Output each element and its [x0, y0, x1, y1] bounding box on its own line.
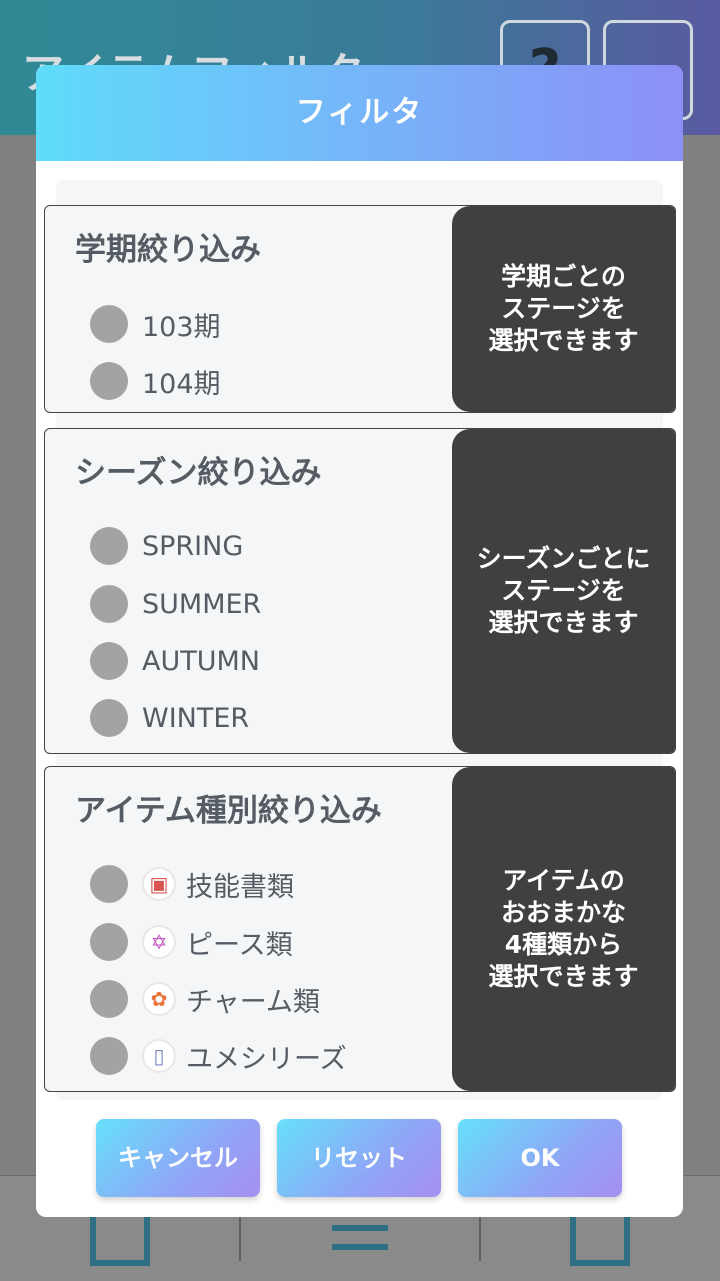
option-103[interactable]: 103期: [90, 304, 221, 344]
option-label: SPRING: [142, 530, 244, 562]
radio-button[interactable]: [90, 865, 128, 903]
option-label: 104期: [142, 368, 221, 400]
callout-text: シーズンごとに ステージを 選択できます: [476, 544, 651, 637]
option-label: SUMMER: [142, 588, 262, 620]
option-autumn[interactable]: AUTUMN: [90, 641, 260, 681]
option-label: 技能書類: [186, 871, 294, 903]
radio-button[interactable]: [90, 362, 128, 400]
option-label: AUTUMN: [142, 645, 260, 677]
section-title: 学期絞り込み: [75, 232, 261, 268]
option-summer[interactable]: SUMMER: [90, 584, 261, 624]
dream-series-icon: ▯: [142, 1039, 176, 1073]
option-winter[interactable]: WINTER: [90, 698, 249, 738]
radio-button[interactable]: [90, 642, 128, 680]
option-label: WINTER: [142, 702, 250, 734]
charm-icon: ✿: [142, 982, 176, 1016]
radio-button[interactable]: [90, 923, 128, 961]
tooltip-callout: シーズンごとに ステージを 選択できます: [452, 429, 675, 753]
cancel-button[interactable]: キャンセル: [96, 1119, 260, 1197]
tooltip-callout: 学期ごとの ステージを 選択できます: [452, 206, 675, 412]
option-104[interactable]: 104期: [90, 361, 221, 401]
section-title: シーズン絞り込み: [75, 455, 322, 491]
option-label: ユメシリーズ: [186, 1043, 347, 1075]
tooltip-callout: アイテムの おおまかな 4種類から 選択できます: [452, 767, 675, 1091]
radio-button[interactable]: [90, 585, 128, 623]
piece-icon: ✡: [142, 925, 176, 959]
book-icon: ▣: [142, 867, 176, 901]
option-dream-series[interactable]: ▯ ユメシリーズ: [90, 1036, 347, 1076]
callout-text: アイテムの おおまかな 4種類から 選択できます: [488, 866, 639, 991]
option-spring[interactable]: SPRING: [90, 526, 243, 566]
callout-text: 学期ごとの ステージを 選択できます: [488, 262, 639, 355]
radio-button[interactable]: [90, 305, 128, 343]
option-label: ピース類: [186, 929, 293, 961]
option-pieces[interactable]: ✡ ピース類: [90, 922, 293, 962]
radio-button[interactable]: [90, 1037, 128, 1075]
term-filter-section: 学期絞り込み 103期 104期 学期ごとの ステージを 選択できます: [44, 205, 676, 413]
radio-button[interactable]: [90, 527, 128, 565]
option-skill-books[interactable]: ▣ 技能書類: [90, 864, 294, 904]
ok-button[interactable]: OK: [458, 1119, 622, 1197]
season-filter-section: シーズン絞り込み SPRING SUMMER AUTUMN WINTER シーズ…: [44, 428, 676, 754]
radio-button[interactable]: [90, 980, 128, 1018]
section-title: アイテム種別絞り込み: [75, 793, 382, 829]
option-label: チャーム類: [186, 986, 320, 1018]
reset-button[interactable]: リセット: [277, 1119, 441, 1197]
item-type-filter-section: アイテム種別絞り込み ▣ 技能書類 ✡ ピース類 ✿ チャーム類 ▯ ユメシリー…: [44, 766, 676, 1092]
filter-dialog: フィルタ 学期絞り込み 103期 104期 学期ごとの ステージを 選択できます…: [36, 65, 683, 1217]
dialog-title: フィルタ: [36, 65, 683, 161]
radio-button[interactable]: [90, 699, 128, 737]
option-charms[interactable]: ✿ チャーム類: [90, 979, 320, 1019]
option-label: 103期: [142, 311, 221, 343]
